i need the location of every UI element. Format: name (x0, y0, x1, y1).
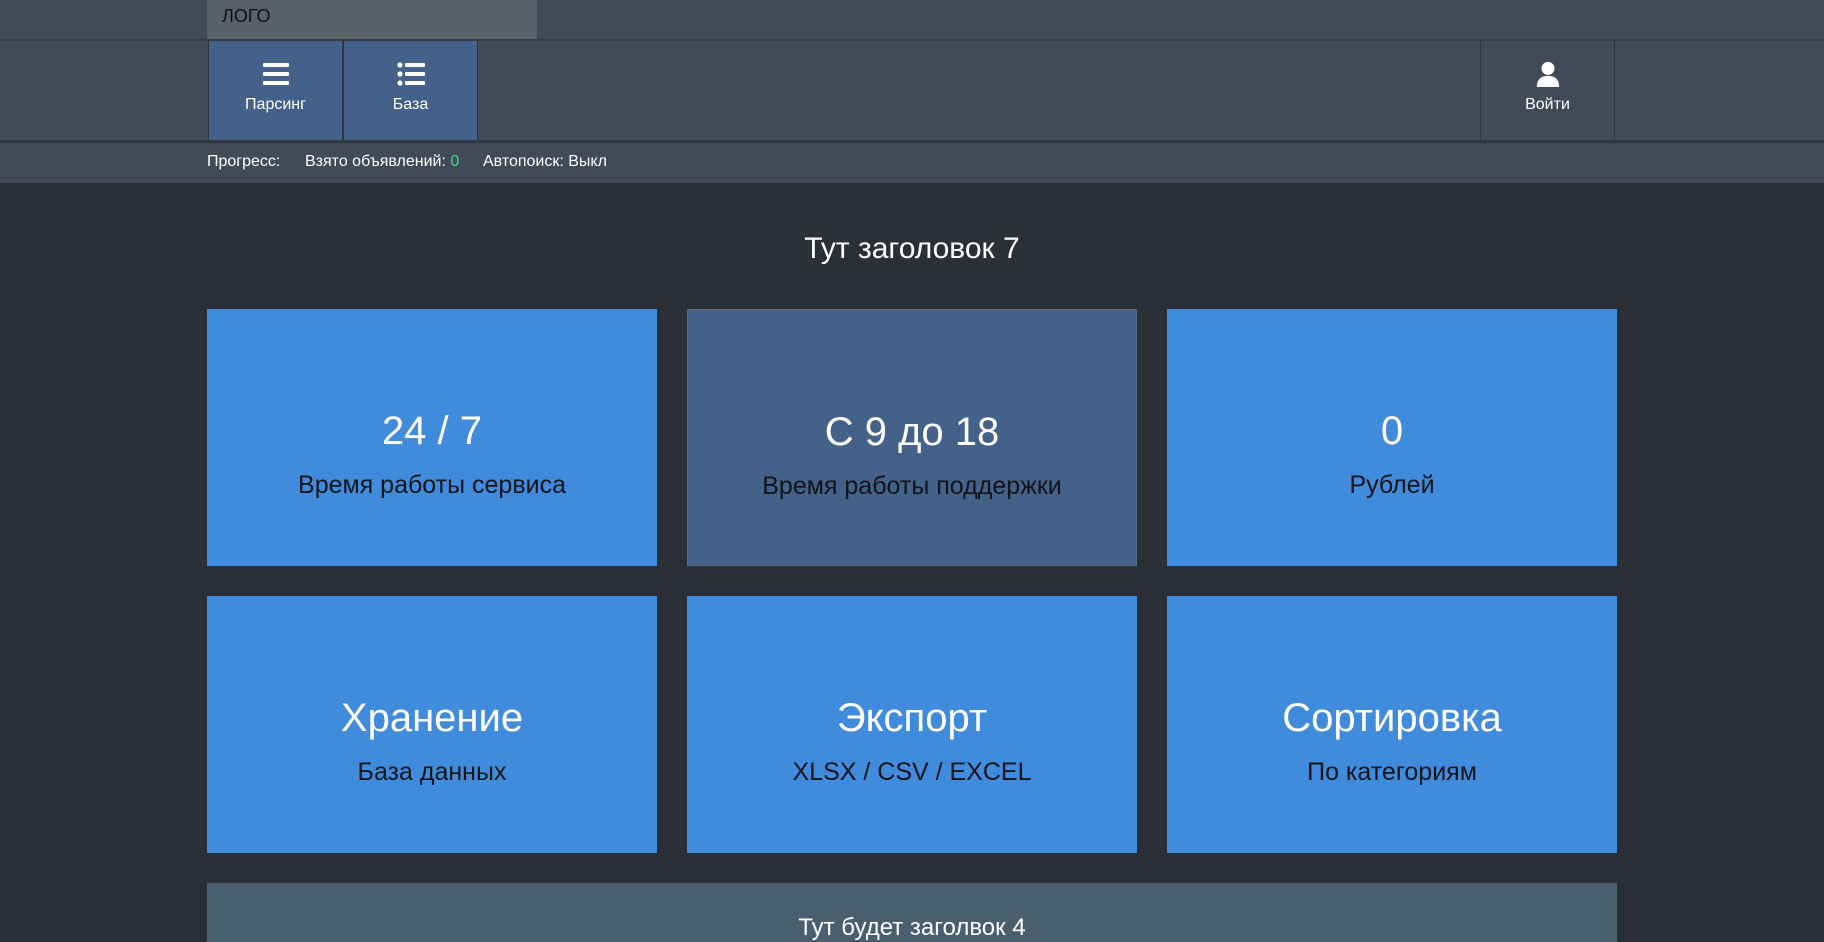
nav-parsing-button[interactable]: Парсинг (208, 41, 343, 140)
bottom-section-panel: Тут будет заголвок 4 (207, 883, 1617, 942)
card-caption: Время работы поддержки (762, 472, 1062, 500)
nav-base-button[interactable]: База (343, 41, 478, 140)
status-bar: Прогресс: Взято объявлений: 0 Автопоиск:… (0, 143, 1824, 183)
taken-ads-status: Взято объявлений: 0 (305, 153, 459, 171)
bars-icon (262, 63, 289, 85)
card-caption: Время работы сервиса (298, 471, 566, 499)
list-icon (396, 62, 425, 86)
card-value: 0 (1380, 409, 1404, 453)
bottom-section-title: Тут будет заголвок 4 (798, 914, 1026, 941)
taken-ads-count: 0 (450, 153, 460, 170)
card-caption: По категориям (1307, 758, 1477, 786)
nav-parsing-label: Парсинг (245, 96, 306, 113)
login-label: Войти (1525, 96, 1570, 113)
card-value: Хранение (340, 696, 524, 740)
nav-base-label: База (392, 96, 429, 113)
page-title: Тут заголовок 7 (804, 232, 1020, 265)
card-caption: XLSX / CSV / EXCEL (792, 758, 1032, 786)
top-logo-bar: ЛОГО (0, 0, 1824, 41)
card-caption: Рублей (1349, 471, 1435, 499)
card-caption: База данных (357, 758, 507, 786)
login-button[interactable]: Войти (1480, 41, 1615, 140)
card-value: Экспорт (836, 696, 988, 740)
progress-label: Прогресс: (207, 153, 281, 170)
card-value: 24 / 7 (381, 409, 483, 453)
feature-card-service-hours: 24 / 7 Время работы сервиса (207, 309, 657, 566)
feature-card-price: 0 Рублей (1167, 309, 1617, 566)
nav-bar: Парсинг База Войти (0, 41, 1824, 142)
card-value: Сортировка (1282, 696, 1502, 740)
user-icon (1536, 61, 1559, 87)
logo[interactable]: ЛОГО (207, 0, 537, 39)
feature-card-export: Экспорт XLSX / CSV / EXCEL (687, 596, 1137, 853)
autosearch-status: Автопоиск: Выкл (483, 153, 607, 170)
feature-card-support-hours: С 9 до 18 Время работы поддержки (687, 309, 1137, 566)
card-value: С 9 до 18 (824, 410, 1000, 454)
feature-card-sorting: Сортировка По категориям (1167, 596, 1617, 853)
taken-ads-label: Взято объявлений: (305, 153, 446, 170)
feature-card-storage: Хранение База данных (207, 596, 657, 853)
